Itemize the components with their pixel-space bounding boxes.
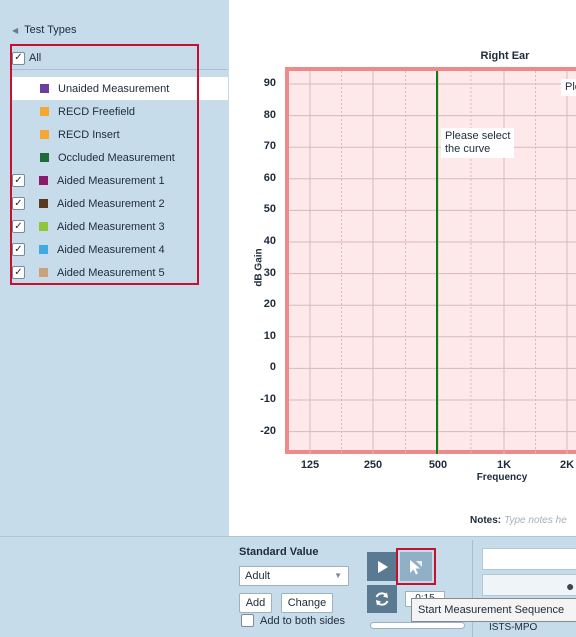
test-types-header[interactable]: ◀ Test Types: [0, 18, 229, 42]
test-type-checkbox[interactable]: ✓: [12, 243, 25, 256]
y-tick-label: 60: [263, 171, 276, 184]
play-icon: [378, 560, 388, 573]
color-swatch-icon: [39, 245, 48, 254]
color-swatch-icon: [39, 199, 48, 208]
change-button[interactable]: Change: [281, 593, 333, 613]
y-tick-label: 70: [263, 140, 276, 153]
y-tick-label: 80: [263, 108, 276, 121]
test-types-title: Test Types: [24, 24, 77, 36]
all-row[interactable]: ✓ All: [12, 47, 228, 70]
color-swatch-icon: [40, 153, 49, 162]
test-type-item[interactable]: ✓ Aided Measurement 1: [12, 169, 228, 192]
color-swatch-icon: [40, 130, 49, 139]
add-both-sides-label: Add to both sides: [260, 614, 346, 627]
x-tick-label: 1K: [496, 459, 512, 471]
info-icon[interactable]: ●: [566, 578, 576, 594]
y-tick-label: 10: [263, 329, 276, 342]
all-label: All: [29, 52, 42, 64]
hint-clipped: Ple: [561, 79, 576, 96]
select-curve-hint: Please select the curve: [441, 128, 515, 158]
standard-value-selected: Adult: [245, 570, 271, 582]
refresh-button[interactable]: [367, 585, 397, 613]
standard-value-select[interactable]: Adult ▼: [239, 566, 349, 586]
hint-line-1: Please select: [445, 130, 511, 142]
y-tick-label: 50: [263, 203, 276, 216]
x-axis-label: Frequency: [476, 472, 528, 483]
start-measurement-sequence-button[interactable]: [400, 552, 432, 581]
chevron-down-icon: ▼: [334, 571, 342, 580]
test-type-item[interactable]: ✓ Aided Measurement 3: [12, 215, 228, 238]
y-tick-label: 30: [263, 266, 276, 279]
notes-label: Notes:: [470, 515, 502, 526]
color-swatch-icon: [40, 84, 49, 93]
chart-title: Right Ear: [480, 50, 530, 62]
panel-divider: [472, 540, 473, 637]
test-type-label: Aided Measurement 4: [57, 243, 165, 256]
test-type-item[interactable]: RECD Freefield: [12, 100, 228, 123]
test-type-label: Aided Measurement 5: [57, 266, 165, 279]
y-tick-label: 20: [263, 298, 276, 311]
notes-field[interactable]: Notes: Type notes he: [470, 515, 567, 526]
grid-lines: [289, 71, 576, 454]
play-button[interactable]: [367, 552, 397, 581]
right-field-1[interactable]: [482, 548, 576, 570]
y-tick-label: -10: [260, 393, 276, 405]
right-field-2[interactable]: [482, 574, 576, 596]
test-type-item[interactable]: ✓ Aided Measurement 2: [12, 192, 228, 215]
add-button[interactable]: Add: [239, 593, 272, 613]
all-checkbox[interactable]: ✓: [12, 51, 25, 65]
y-tick-label: -20: [260, 424, 276, 437]
test-type-label: Aided Measurement 1: [57, 174, 165, 187]
test-type-item[interactable]: Unaided Measurement: [12, 77, 228, 100]
y-tick-label: 0: [269, 361, 276, 374]
refresh-icon: [375, 592, 389, 606]
y-tick-label: 40: [263, 235, 276, 247]
plot-grid: [289, 71, 576, 454]
test-type-checkbox[interactable]: ✓: [12, 197, 25, 210]
test-type-checkbox[interactable]: ✓: [12, 174, 25, 187]
test-type-label: Aided Measurement 3: [57, 220, 165, 233]
test-type-checkbox[interactable]: ✓: [12, 220, 25, 233]
hint-line-2: the curve: [445, 143, 491, 155]
color-swatch-icon: [39, 176, 48, 185]
x-tick-label: 500: [428, 459, 448, 471]
test-type-label: Unaided Measurement: [58, 82, 170, 95]
test-type-checkbox[interactable]: ✓: [12, 266, 25, 279]
color-swatch-icon: [39, 268, 48, 277]
x-tick-label: 125: [300, 459, 320, 471]
color-swatch-icon: [39, 222, 48, 231]
test-type-label: Occluded Measurement: [58, 151, 175, 164]
test-type-item[interactable]: ✓ Aided Measurement 4: [12, 238, 228, 261]
y-tick-label: 90: [263, 77, 276, 89]
notes-placeholder: Type notes he: [504, 515, 567, 526]
volume-slider[interactable]: [370, 622, 465, 629]
signal-type-label: ISTS-MPO: [489, 622, 538, 633]
color-swatch-icon: [40, 107, 49, 116]
test-type-item[interactable]: RECD Insert: [12, 123, 228, 146]
cursor-sequence-icon: [410, 559, 422, 574]
collapse-arrow-icon[interactable]: ◀: [12, 26, 18, 35]
add-both-sides-row[interactable]: Add to both sides: [241, 614, 345, 627]
test-type-label: Aided Measurement 2: [57, 197, 165, 210]
test-type-item[interactable]: Occluded Measurement: [12, 146, 228, 169]
test-type-label: RECD Insert: [58, 128, 120, 141]
add-both-sides-checkbox[interactable]: [241, 614, 254, 627]
x-tick-label: 2K: [559, 459, 575, 471]
x-tick-label: 250: [363, 459, 383, 471]
standard-value-title: Standard Value: [239, 546, 319, 558]
plot-area[interactable]: Please select the curve Ple: [285, 67, 576, 454]
test-type-label: RECD Freefield: [58, 105, 136, 118]
test-type-item[interactable]: ✓ Aided Measurement 5: [12, 261, 228, 284]
tooltip: Start Measurement Sequence: [411, 598, 576, 622]
